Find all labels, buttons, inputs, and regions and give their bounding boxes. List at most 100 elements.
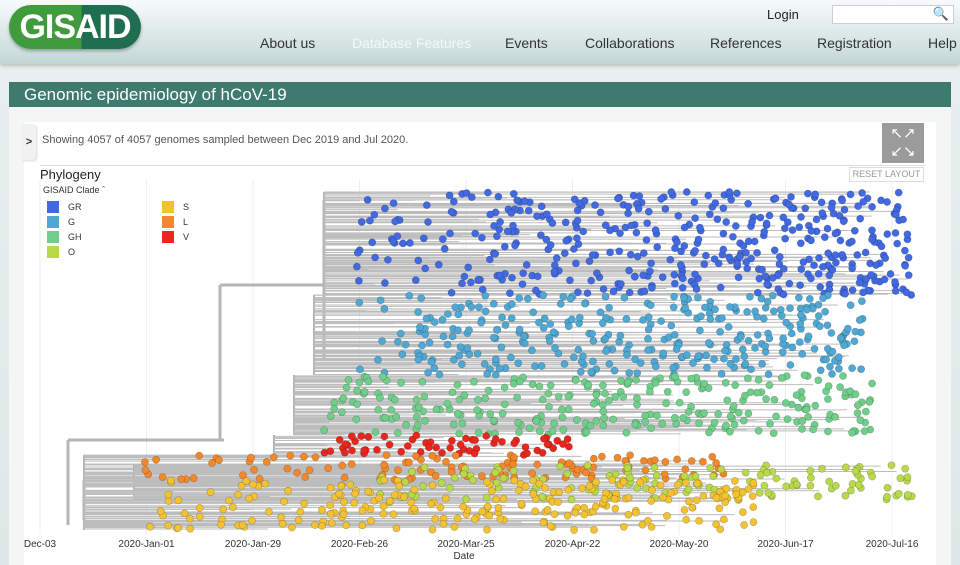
tip-gr[interactable] — [827, 203, 836, 212]
tip-gr[interactable] — [616, 229, 624, 238]
tip-g[interactable] — [697, 312, 705, 321]
tip-g[interactable] — [659, 349, 668, 358]
tip-gh[interactable] — [387, 405, 396, 414]
tip-g[interactable] — [481, 291, 490, 300]
tip-g[interactable] — [857, 365, 865, 374]
tip-s[interactable] — [592, 478, 601, 486]
tip-g[interactable] — [826, 362, 834, 371]
tip-gr[interactable] — [651, 226, 660, 234]
tip-g[interactable] — [520, 339, 529, 348]
tip-gr[interactable] — [667, 188, 676, 196]
tip-g[interactable] — [764, 370, 773, 379]
tip-s[interactable] — [242, 477, 251, 486]
tip-gr[interactable] — [646, 267, 654, 276]
tip-gr[interactable] — [561, 218, 570, 227]
tip-gh[interactable] — [448, 388, 457, 397]
tip-g[interactable] — [835, 364, 843, 373]
tip-g[interactable] — [681, 303, 690, 312]
tip-gr[interactable] — [838, 196, 847, 205]
tip-gr[interactable] — [761, 272, 770, 281]
tip-gh[interactable] — [619, 392, 628, 401]
tip-l[interactable] — [681, 465, 690, 474]
tip-l[interactable] — [431, 471, 440, 480]
tip-l[interactable] — [152, 455, 160, 464]
tip-o[interactable] — [623, 464, 632, 473]
tip-gh[interactable] — [651, 379, 660, 387]
tip-gr[interactable] — [421, 264, 430, 273]
tip-g[interactable] — [523, 294, 532, 303]
tip-gr[interactable] — [474, 275, 483, 284]
tip-gr[interactable] — [893, 239, 902, 248]
tip-gh[interactable] — [800, 371, 809, 380]
tip-g[interactable] — [704, 338, 713, 347]
tip-gr[interactable] — [639, 271, 648, 280]
tip-s[interactable] — [591, 502, 600, 511]
tip-gh[interactable] — [746, 388, 755, 397]
tip-g[interactable] — [483, 369, 492, 378]
tip-gr[interactable] — [765, 211, 774, 220]
tip-gr[interactable] — [807, 236, 815, 245]
tip-gh[interactable] — [460, 391, 469, 400]
tip-g[interactable] — [424, 368, 432, 377]
tip-s[interactable] — [186, 514, 194, 523]
tip-o[interactable] — [792, 480, 801, 489]
tip-gr[interactable] — [678, 283, 687, 292]
tip-s[interactable] — [217, 520, 225, 529]
tip-g[interactable] — [596, 308, 605, 317]
nav-collaborations[interactable]: Collaborations — [585, 35, 675, 51]
tip-gr[interactable] — [371, 253, 379, 262]
tip-gr[interactable] — [548, 219, 557, 227]
tip-gr[interactable] — [446, 229, 454, 238]
tip-o[interactable] — [831, 481, 840, 490]
tip-g[interactable] — [598, 319, 607, 327]
tip-gh[interactable] — [420, 392, 429, 401]
tip-g[interactable] — [610, 366, 619, 375]
tip-g[interactable] — [763, 297, 772, 306]
tip-g[interactable] — [777, 311, 786, 320]
tip-g[interactable] — [405, 291, 414, 300]
tip-g[interactable] — [759, 314, 768, 323]
tip-s[interactable] — [510, 476, 519, 485]
tip-g[interactable] — [574, 345, 583, 354]
tip-v[interactable] — [364, 432, 373, 441]
phylogeny-tree[interactable]: Dec-03 2020-Jan-01 2020-Jan-29 2020-Feb-26 2… — [24, 180, 924, 565]
tip-gh[interactable] — [700, 409, 708, 418]
tip-g[interactable] — [644, 325, 653, 334]
tip-s[interactable] — [294, 516, 303, 525]
tip-gh[interactable] — [544, 389, 553, 398]
tip-gr[interactable] — [440, 244, 449, 253]
tip-v[interactable] — [461, 434, 470, 443]
tip-gh[interactable] — [432, 405, 441, 414]
tip-gr[interactable] — [670, 270, 679, 279]
tip-gr[interactable] — [596, 208, 605, 217]
tip-o[interactable] — [741, 468, 750, 477]
tip-g[interactable] — [605, 303, 613, 312]
tip-g[interactable] — [796, 320, 805, 328]
tip-gr[interactable] — [507, 209, 516, 217]
tip-g[interactable] — [701, 303, 709, 312]
nav-events[interactable]: Events — [505, 35, 548, 51]
tip-s[interactable] — [470, 515, 479, 523]
tip-gh[interactable] — [622, 428, 631, 437]
tip-g[interactable] — [795, 338, 804, 346]
tip-v[interactable] — [373, 445, 381, 454]
tip-gr[interactable] — [522, 261, 531, 269]
tip-gh[interactable] — [792, 391, 801, 399]
tip-gr[interactable] — [573, 206, 582, 215]
tip-gr[interactable] — [419, 234, 428, 243]
tip-gr[interactable] — [624, 202, 633, 211]
tip-gr[interactable] — [666, 255, 675, 264]
tip-gh[interactable] — [781, 399, 790, 407]
tip-gr[interactable] — [902, 288, 911, 297]
tip-s[interactable] — [682, 478, 690, 487]
tip-gr[interactable] — [509, 189, 518, 198]
tip-gr[interactable] — [630, 272, 639, 281]
tip-v[interactable] — [471, 436, 479, 444]
tip-s[interactable] — [693, 479, 702, 488]
tip-o[interactable] — [492, 478, 501, 487]
tip-gr[interactable] — [796, 281, 804, 290]
tip-g[interactable] — [491, 355, 500, 364]
tip-l[interactable] — [660, 470, 669, 479]
tip-gh[interactable] — [353, 386, 361, 395]
tip-gr[interactable] — [841, 289, 849, 298]
